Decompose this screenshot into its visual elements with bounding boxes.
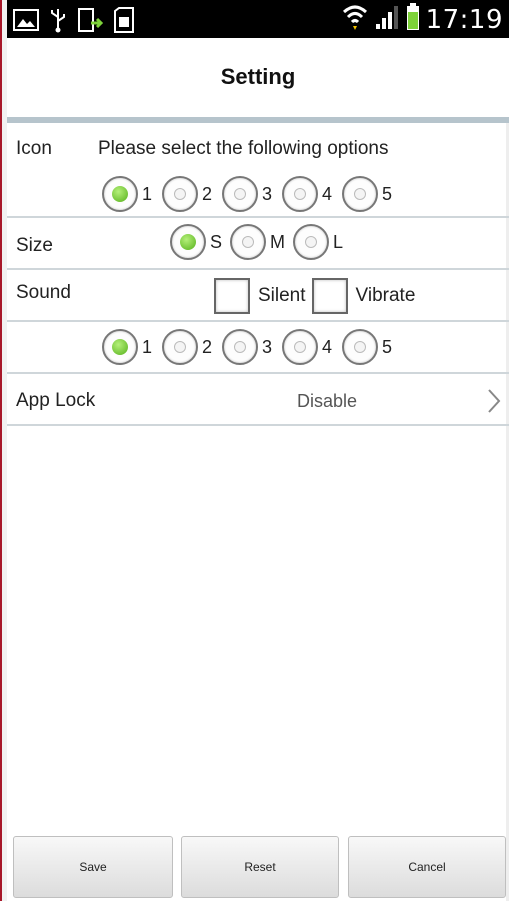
sound-option-5-label: 5 [382,336,393,357]
status-bar: 17:19 [7,0,509,38]
icon-option-2-label: 2 [202,183,213,204]
app-lock-label: App Lock [16,390,96,411]
reset-button[interactable]: Reset [181,836,339,898]
cancel-button[interactable]: Cancel [348,836,506,898]
silent-label: Silent [258,285,306,306]
battery-icon [406,3,420,36]
signal-icon [374,4,400,35]
size-option-l-radio[interactable] [293,224,330,260]
usb-icon [49,7,67,38]
silent-checkbox[interactable] [214,278,250,314]
icon-option-1-radio[interactable] [102,176,138,212]
icon-option-3-label: 3 [262,183,273,204]
size-option-s-radio[interactable] [170,224,206,260]
sound-checkbox-group: Silent Vibrate [214,278,421,314]
icon-label: Icon [16,138,52,159]
phone-upload-icon [77,7,104,38]
sound-option-1-radio[interactable] [102,329,138,365]
image-icon [13,9,39,36]
size-option-s-label: S [210,231,223,252]
divider [7,268,509,270]
icon-option-1-label: 1 [142,183,153,204]
sound-option-4-radio[interactable] [282,329,318,365]
size-option-l-label: L [333,231,344,252]
chevron-right-icon [487,388,501,419]
icon-option-2-radio[interactable] [162,176,198,212]
size-radio-group: S M L [170,224,353,260]
page-title: Setting [220,64,296,89]
title-divider [7,117,509,123]
divider [7,216,509,218]
size-option-m-radio[interactable] [230,224,267,260]
icon-prompt: Please select the following options [98,138,389,159]
icon-option-5-label: 5 [382,183,393,204]
vibrate-label: Vibrate [355,285,416,306]
sound-option-1-label: 1 [142,336,153,357]
sound-option-5-radio[interactable] [342,329,378,365]
size-option-m-label: M [270,231,286,252]
save-button[interactable]: Save [13,836,173,898]
vibrate-checkbox[interactable] [311,278,348,314]
divider [7,424,509,426]
sound-radio-group: 1 2 3 4 5 [102,329,402,365]
app-lock-row[interactable]: App Lock Disable [7,374,509,424]
wifi-icon [342,2,368,37]
sound-option-2-radio[interactable] [162,329,198,365]
sound-option-2-label: 2 [202,336,213,357]
icon-option-3-radio[interactable] [222,176,258,212]
app-lock-value: Disable [297,391,358,411]
sound-label: Sound [16,282,71,303]
sound-option-3-radio[interactable] [222,329,258,365]
size-label: Size [16,235,53,256]
sd-card-icon [113,7,135,38]
divider [7,320,509,322]
icon-option-4-radio[interactable] [282,176,318,212]
icon-option-5-radio[interactable] [342,176,378,212]
sound-option-3-label: 3 [262,336,273,357]
window-edge-shade [2,0,7,901]
title-bar: Setting [7,38,509,118]
status-clock: 17:19 [425,4,503,35]
icon-option-4-label: 4 [322,183,333,204]
icon-radio-group: 1 2 3 4 5 [102,176,402,212]
sound-option-4-label: 4 [322,336,333,357]
